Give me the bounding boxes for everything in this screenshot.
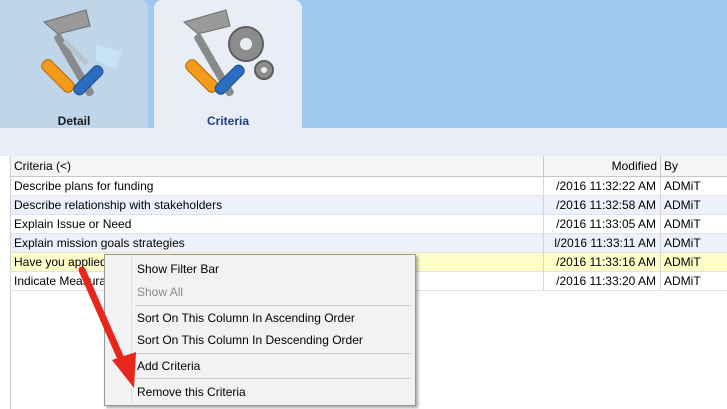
menu-item-show-filter-bar[interactable]: Show Filter Bar [137,258,219,280]
menu-separator [135,353,411,354]
by-cell: ADMiT [664,198,701,212]
hammer-screwdriver-icon [41,9,122,97]
tools-gears-icon [182,9,274,97]
menu-item-sort-descending[interactable]: Sort On This Column In Descending Order [137,329,363,351]
menu-item-show-all: Show All [137,285,184,299]
criteria-cell: Describe relationship with stakeholders [11,196,544,214]
menu-separator [135,378,411,379]
by-cell: ADMiT [664,236,701,250]
tab-content-bar [0,128,727,156]
column-header-by[interactable]: By [661,156,727,176]
menu-item-remove-criteria[interactable]: Remove this Criteria [137,381,246,403]
modified-cell: l/2016 11:33:11 AM [544,234,661,252]
table-row[interactable]: Explain Issue or Need /2016 11:33:05 AM … [11,215,727,234]
tab-criteria[interactable]: Criteria [154,0,302,128]
modified-cell: /2016 11:33:16 AM [544,253,661,271]
tab-detail[interactable]: Detail [0,0,148,128]
criteria-cell: Describe plans for funding [11,177,544,195]
modified-cell: /2016 11:33:05 AM [544,215,661,233]
table-row[interactable]: Describe relationship with stakeholders … [11,196,727,215]
modified-cell: /2016 11:33:20 AM [544,272,661,290]
by-cell: ADMiT [664,255,701,269]
by-cell: ADMiT [664,179,701,193]
table-row[interactable]: Describe plans for funding /2016 11:32:2… [11,177,727,196]
context-menu: Show Filter Bar Show All Sort On This Co… [104,254,416,406]
by-cell: ADMiT [664,274,701,288]
tab-criteria-label: Criteria [206,114,250,128]
criteria-cell: Explain Issue or Need [11,215,544,233]
criteria-cell: Explain mission goals strategies [11,234,544,252]
column-header-modified[interactable]: Modified [544,156,661,176]
modified-cell: /2016 11:32:22 AM [544,177,661,195]
by-cell: ADMiT [664,217,701,231]
column-header-criteria[interactable]: Criteria (<) [11,156,544,176]
menu-gutter [131,257,132,403]
tab-detail-label: Detail [57,114,91,128]
grid-header: Criteria (<) Modified By [11,156,727,177]
menu-separator [135,305,411,306]
menu-item-add-criteria[interactable]: Add Criteria [137,355,200,377]
table-row[interactable]: Explain mission goals strategies l/2016 … [11,234,727,253]
menu-item-sort-ascending[interactable]: Sort On This Column In Ascending Order [137,307,355,329]
modified-cell: /2016 11:32:58 AM [544,196,661,214]
